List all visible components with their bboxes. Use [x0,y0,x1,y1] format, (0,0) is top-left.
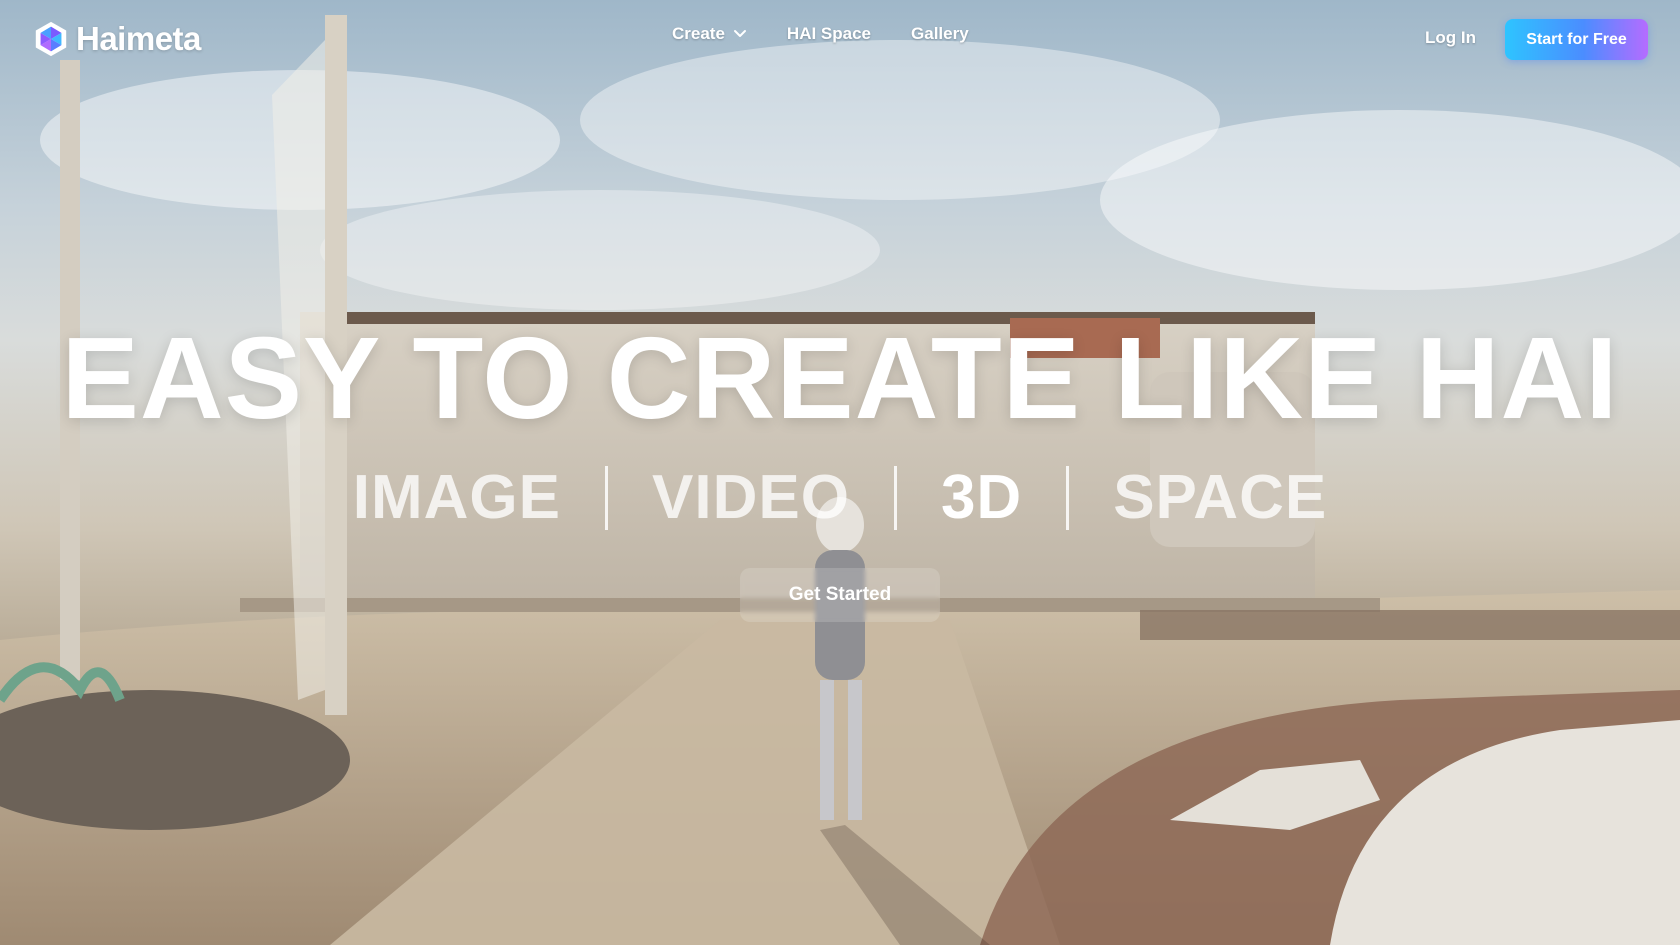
mode-image: IMAGE [352,463,561,532]
mode-space: SPACE [1113,463,1328,532]
nav-item-hai-space[interactable]: HAI Space [787,24,871,44]
haimeta-logo-icon [35,21,67,57]
mode-divider [893,465,897,530]
nav-links: Create HAI Space Gallery [672,24,969,44]
hero-headline: EASY TO CREATE LIKE HAI [61,313,1619,443]
mode-video: VIDEO [652,463,850,532]
hero-section: Haimeta Create HAI Space Gallery Log In … [0,0,1680,945]
top-navigation: Haimeta Create HAI Space Gallery Log In … [0,0,1680,80]
get-started-button[interactable]: Get Started [740,568,940,622]
nav-item-label: Gallery [911,24,969,43]
brand-name: Haimeta [76,20,201,57]
chevron-down-icon [733,30,746,37]
nav-item-label: Create [672,24,725,43]
mode-divider [605,465,608,530]
login-link[interactable]: Log In [1425,28,1476,48]
start-for-free-button[interactable]: Start for Free [1505,19,1648,60]
mode-3d: 3D [940,463,1023,532]
nav-item-create[interactable]: Create [672,24,747,44]
hero-mode-list: IMAGE VIDEO 3D SPACE [0,462,1680,533]
mode-divider [1066,465,1070,530]
nav-item-label: HAI Space [786,24,872,43]
nav-item-gallery[interactable]: Gallery [911,24,969,44]
brand-logo[interactable]: Haimeta [32,20,201,58]
